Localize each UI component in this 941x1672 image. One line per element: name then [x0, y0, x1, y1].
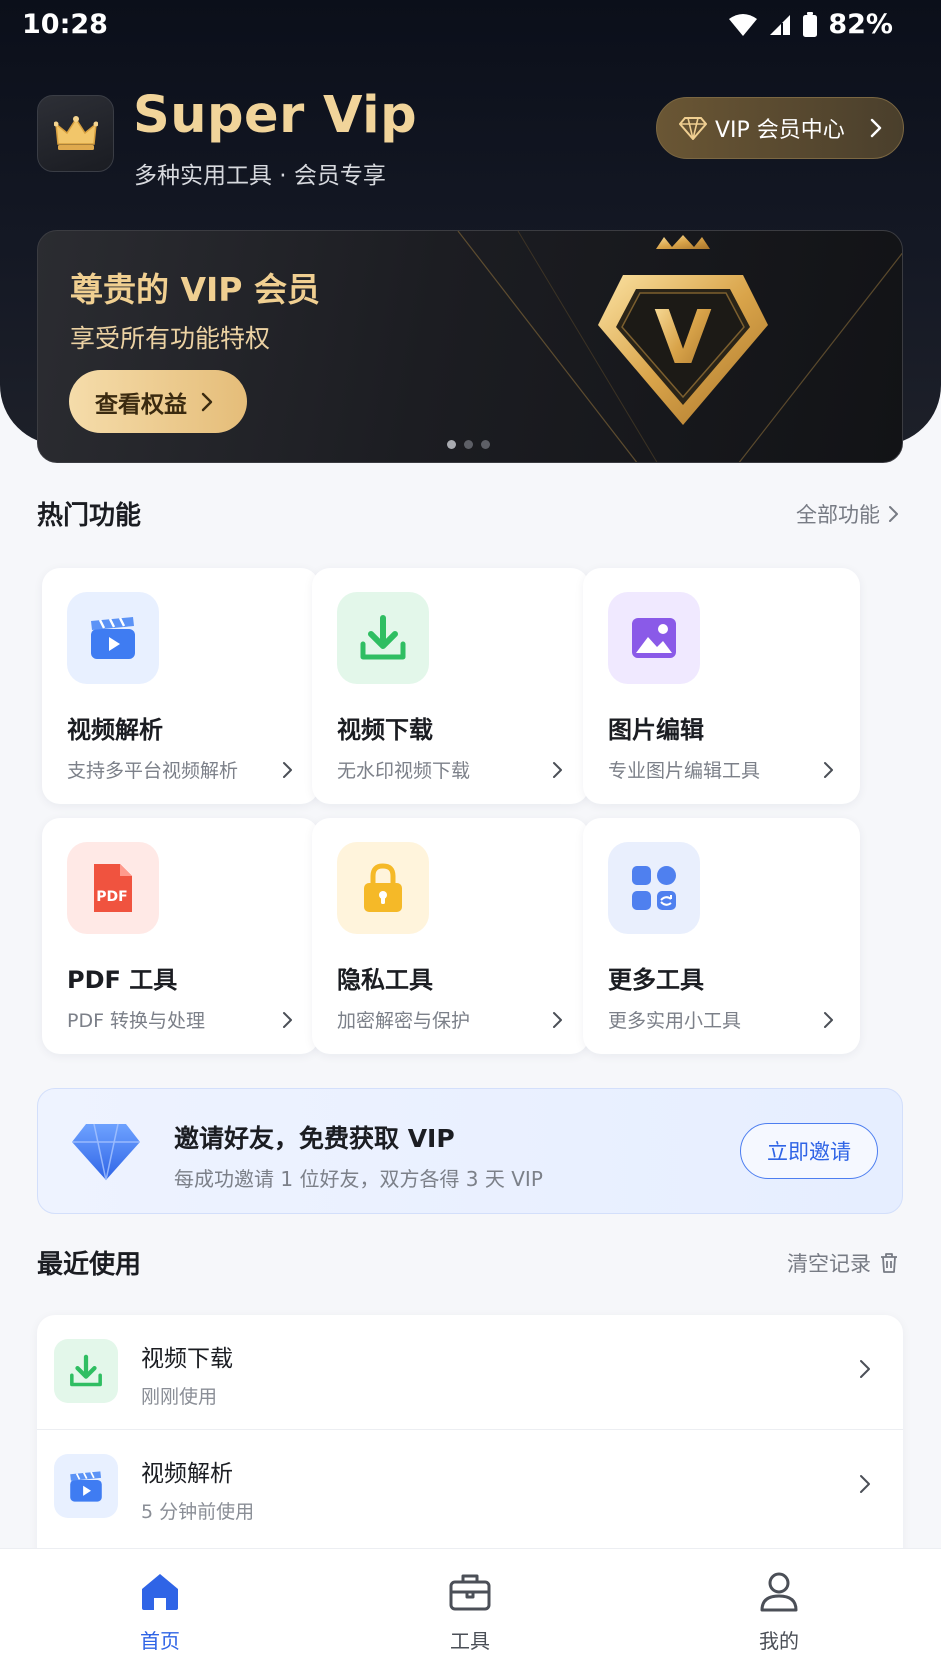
tab-label: 我的: [759, 1629, 799, 1653]
all-features-link[interactable]: 全部功能: [796, 499, 899, 529]
clear-history-button[interactable]: 清空记录: [787, 1248, 899, 1278]
feature-desc: 支持多平台视频解析: [67, 760, 239, 782]
lock-icon: [337, 842, 429, 934]
hot-features-header: 热门功能 全部功能: [37, 495, 903, 535]
toolbox-icon: [410, 1567, 530, 1617]
blue-diamond-icon: [72, 1123, 140, 1181]
feature-desc: 加密解密与保护: [337, 1010, 471, 1032]
feature-title: PDF 工具: [67, 966, 178, 994]
home-icon: [100, 1567, 220, 1617]
feature-desc: 专业图片编辑工具: [608, 760, 761, 782]
pdf-icon-text: PDF: [96, 889, 127, 905]
hot-features-title: 热门功能: [37, 501, 142, 531]
feature-desc: 更多实用小工具: [608, 1010, 742, 1032]
brand-subtitle: 多种实用工具 · 会员专享: [134, 163, 386, 189]
recent-header: 最近使用 清空记录: [37, 1244, 903, 1284]
feature-card-privacy[interactable]: 隐私工具 加密解密与保护: [312, 818, 589, 1054]
feature-title: 视频下载: [337, 716, 433, 744]
banner-pagination: [447, 440, 490, 449]
status-time: 10:28: [22, 9, 108, 40]
feature-title: 视频解析: [67, 716, 163, 744]
banner-subtitle: 享受所有功能特权: [70, 324, 271, 353]
recent-item-time: 刚刚使用: [141, 1386, 218, 1408]
vip-center-label: VIP 会员中心: [715, 118, 845, 143]
bottom-tab-bar: 首页 工具 我的: [0, 1548, 941, 1672]
vip-banner[interactable]: 尊贵的 VIP 会员 享受所有功能特权 查看权益 V: [37, 230, 903, 463]
cellular-signal-icon: [768, 13, 792, 37]
pagination-dot[interactable]: [464, 440, 473, 449]
apps-grid-icon: [608, 842, 700, 934]
invite-now-button[interactable]: 立即邀请: [740, 1123, 878, 1179]
battery-level: 82%: [828, 9, 893, 40]
chevron-right-icon: [283, 762, 292, 778]
crown-icon: [53, 115, 98, 150]
video-clapper-icon: [67, 592, 159, 684]
tab-home[interactable]: 首页: [100, 1567, 220, 1654]
trash-icon: [881, 1253, 897, 1273]
recent-title: 最近使用: [37, 1250, 142, 1280]
recent-item-title: 视频解析: [141, 1461, 233, 1487]
feature-card-image-edit[interactable]: 图片编辑 专业图片编辑工具: [583, 568, 860, 804]
chevron-right-icon: [201, 392, 213, 411]
wifi-icon: [728, 13, 758, 37]
diamond-icon: [679, 117, 707, 140]
tab-label: 首页: [140, 1629, 180, 1653]
tab-profile[interactable]: 我的: [719, 1567, 839, 1654]
vip-shield-emblem: V: [598, 235, 768, 425]
pagination-dot[interactable]: [447, 440, 456, 449]
recent-item[interactable]: 视频下载 刚刚使用: [37, 1315, 903, 1429]
feature-card-pdf[interactable]: PDF PDF 工具 PDF 转换与处理: [42, 818, 319, 1054]
chevron-right-icon: [824, 762, 833, 778]
pdf-file-icon: PDF: [67, 842, 159, 934]
brand-title: Super Vip: [133, 86, 418, 145]
chevron-right-icon: [553, 762, 562, 778]
chevron-right-icon: [870, 118, 882, 138]
chevron-right-icon: [860, 1475, 870, 1493]
chevron-right-icon: [553, 1012, 562, 1028]
all-features-label: 全部功能: [796, 503, 880, 527]
clear-history-label: 清空记录: [787, 1252, 871, 1276]
banner-title: 尊贵的 VIP 会员: [70, 270, 320, 309]
chevron-right-icon: [889, 506, 898, 522]
pagination-dot[interactable]: [481, 440, 490, 449]
invite-subtitle: 每成功邀请 1 位好友，双方各得 3 天 VIP: [174, 1167, 543, 1191]
chevron-right-icon: [283, 1012, 292, 1028]
feature-card-more-tools[interactable]: 更多工具 更多实用小工具: [583, 818, 860, 1054]
recent-list: 视频下载 刚刚使用 视频解析 5 分钟前使用: [37, 1315, 903, 1555]
crown-logo: [37, 95, 114, 172]
download-icon: [337, 592, 429, 684]
invite-title: 邀请好友，免费获取 VIP: [174, 1124, 455, 1153]
feature-card-video-download[interactable]: 视频下载 无水印视频下载: [312, 568, 589, 804]
status-indicators: 82%: [728, 9, 893, 40]
feature-desc: 无水印视频下载: [337, 760, 471, 782]
recent-item-time: 5 分钟前使用: [141, 1501, 255, 1523]
chevron-right-icon: [860, 1360, 870, 1378]
feature-title: 图片编辑: [608, 716, 704, 744]
view-benefits-label: 查看权益: [95, 391, 187, 418]
vip-center-button[interactable]: VIP 会员中心: [656, 97, 904, 159]
tab-tools[interactable]: 工具: [410, 1567, 530, 1654]
image-icon: [608, 592, 700, 684]
feature-desc: PDF 转换与处理: [67, 1010, 206, 1032]
invite-friends-banner[interactable]: 邀请好友，免费获取 VIP 每成功邀请 1 位好友，双方各得 3 天 VIP 立…: [37, 1088, 903, 1214]
app-screen: 10:28 82% Super Vip 多种实用工具 · 会员专享 VIP 会员…: [0, 0, 941, 1672]
tab-label: 工具: [450, 1629, 490, 1653]
recent-item[interactable]: 视频解析 5 分钟前使用: [37, 1429, 903, 1543]
video-clapper-icon: [54, 1454, 118, 1518]
user-icon: [719, 1567, 839, 1617]
recent-item-title: 视频下载: [141, 1346, 233, 1372]
view-benefits-button[interactable]: 查看权益: [69, 370, 247, 433]
emblem-letter: V: [654, 295, 711, 381]
feature-title: 更多工具: [608, 966, 704, 994]
status-bar: 10:28 82%: [0, 0, 941, 50]
feature-title: 隐私工具: [337, 966, 433, 994]
download-icon: [54, 1339, 118, 1403]
feature-card-video-parse[interactable]: 视频解析 支持多平台视频解析: [42, 568, 319, 804]
chevron-right-icon: [824, 1012, 833, 1028]
battery-icon: [802, 11, 818, 38]
